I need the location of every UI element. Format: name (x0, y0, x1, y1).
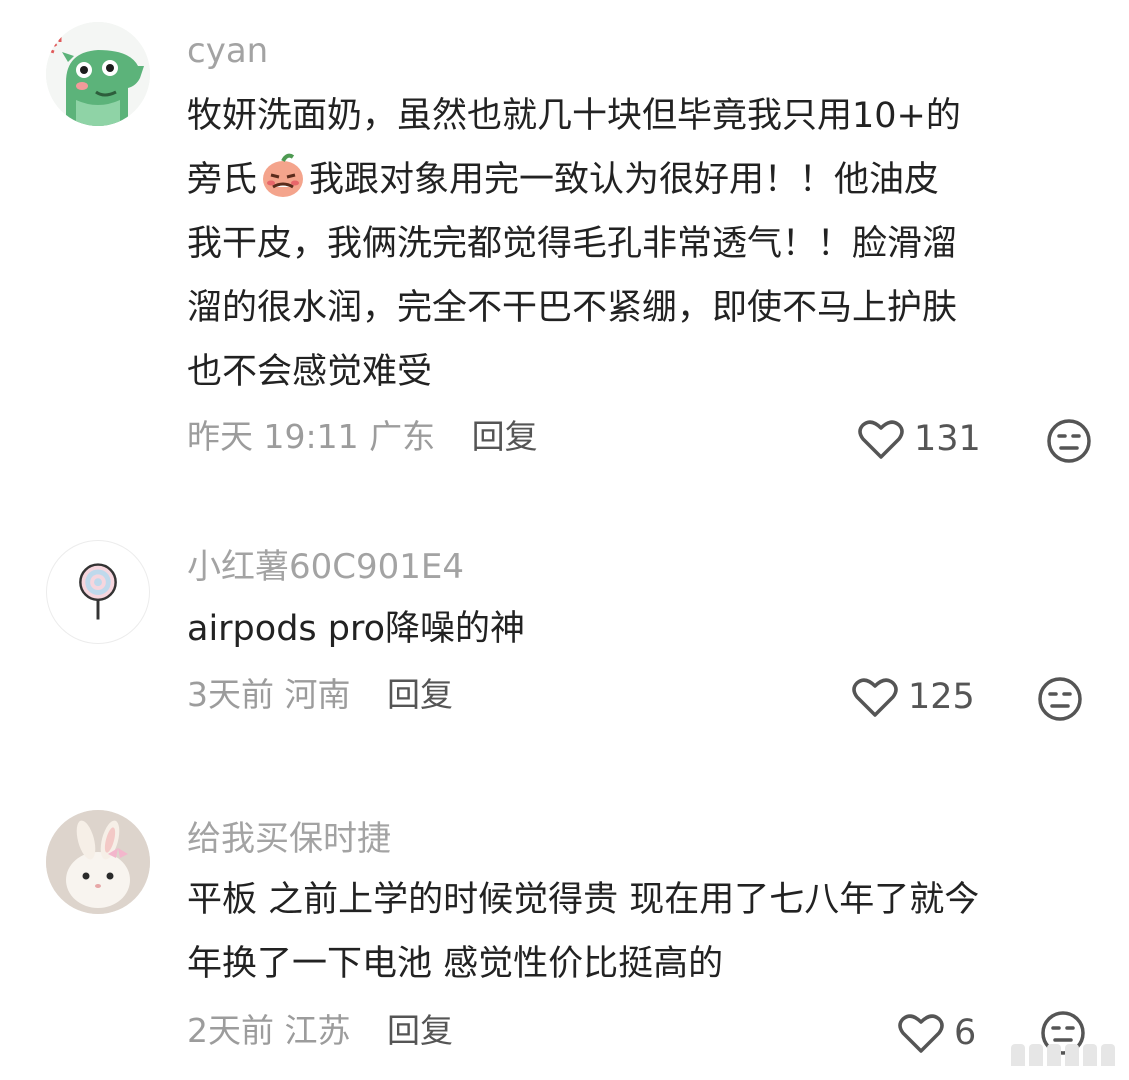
comment-time: 3天前 (187, 675, 274, 714)
comment-time: 昨天 19:11 (187, 417, 359, 456)
heart-outline-icon (858, 420, 904, 459)
dislike-button[interactable] (1037, 676, 1083, 726)
neutral-face-icon (1047, 419, 1091, 463)
comment-line: 平板 之前上学的时候觉得贵 现在用了七八年了就今 (187, 880, 980, 920)
watermark-bar (1083, 1044, 1097, 1066)
comment-line-prefix: 旁氏 (187, 160, 258, 200)
comment-meta: 2天前 江苏 回复 (187, 1014, 453, 1047)
like-button[interactable]: 125 (852, 676, 975, 718)
watermark-bar (1065, 1044, 1079, 1066)
comment-meta: 3天前 河南 回复 (187, 678, 453, 711)
like-count: 125 (908, 676, 975, 717)
heart-outline-icon (852, 678, 898, 717)
heart-outline-icon (898, 1014, 944, 1053)
comment-text: 平板 之前上学的时候觉得贵 现在用了七八年了就今 年换了一下电池 感觉性价比挺高… (187, 868, 1077, 996)
neutral-face-icon (1038, 677, 1082, 721)
comment-text: airpods pro降噪的神 (187, 597, 1077, 661)
comment-location: 河南 (284, 675, 351, 714)
like-button[interactable]: 131 (858, 418, 981, 460)
avatar[interactable] (46, 540, 150, 644)
reply-button[interactable]: 回复 (387, 675, 453, 714)
comment-line: 我干皮，我俩洗完都觉得毛孔非常透气！！脸滑溜 (187, 224, 958, 264)
comment-line: 年换了一下电池 感觉性价比挺高的 (187, 944, 724, 984)
username[interactable]: cyan (187, 34, 268, 68)
comment-line: 牧妍洗面奶，虽然也就几十块但毕竟我只用10+的 (187, 96, 961, 136)
comment-location: 江苏 (284, 1011, 351, 1050)
watermark-bar (1047, 1044, 1061, 1066)
watermark-bar (1029, 1044, 1043, 1066)
like-count: 6 (954, 1012, 977, 1053)
reply-button[interactable]: 回复 (387, 1011, 453, 1050)
green-dinosaur-avatar-icon (46, 22, 150, 126)
bunny-photo-avatar-icon (46, 810, 150, 914)
username[interactable]: 给我买保时捷 (187, 822, 391, 856)
avatar[interactable] (46, 22, 150, 126)
lollipop-avatar-icon (79, 563, 117, 620)
avatar[interactable] (46, 810, 150, 914)
watermark-logo (1011, 1044, 1115, 1066)
watermark-bar (1011, 1044, 1025, 1066)
comment-line: 也不会感觉难受 (187, 352, 433, 392)
comment-text: 牧妍洗面奶，虽然也就几十块但毕竟我只用10+的 旁氏 我跟对象用完一致认为很好用！… (187, 84, 1077, 404)
like-button[interactable]: 6 (898, 1012, 976, 1054)
comment-line: 旁氏 我跟对象用完一致认为很好用！！他油皮 (187, 148, 1077, 212)
like-count: 131 (914, 418, 981, 459)
reply-button[interactable]: 回复 (472, 417, 538, 456)
comment-meta: 昨天 19:11 广东 回复 (187, 420, 538, 453)
comment-location: 广东 (369, 417, 436, 456)
embarrassed-face-emoji-icon (259, 151, 307, 199)
username[interactable]: 小红薯60C901E4 (187, 550, 464, 584)
comment-time: 2天前 (187, 1011, 274, 1050)
dislike-button[interactable] (1046, 418, 1092, 468)
comment-line-rest: 我跟对象用完一致认为很好用！！他油皮 (309, 160, 940, 200)
comment-line: 溜的很水润，完全不干巴不紧绷，即使不马上护肤 (187, 288, 958, 328)
watermark-bar (1101, 1044, 1115, 1066)
comment-line: airpods pro降噪的神 (187, 609, 526, 649)
